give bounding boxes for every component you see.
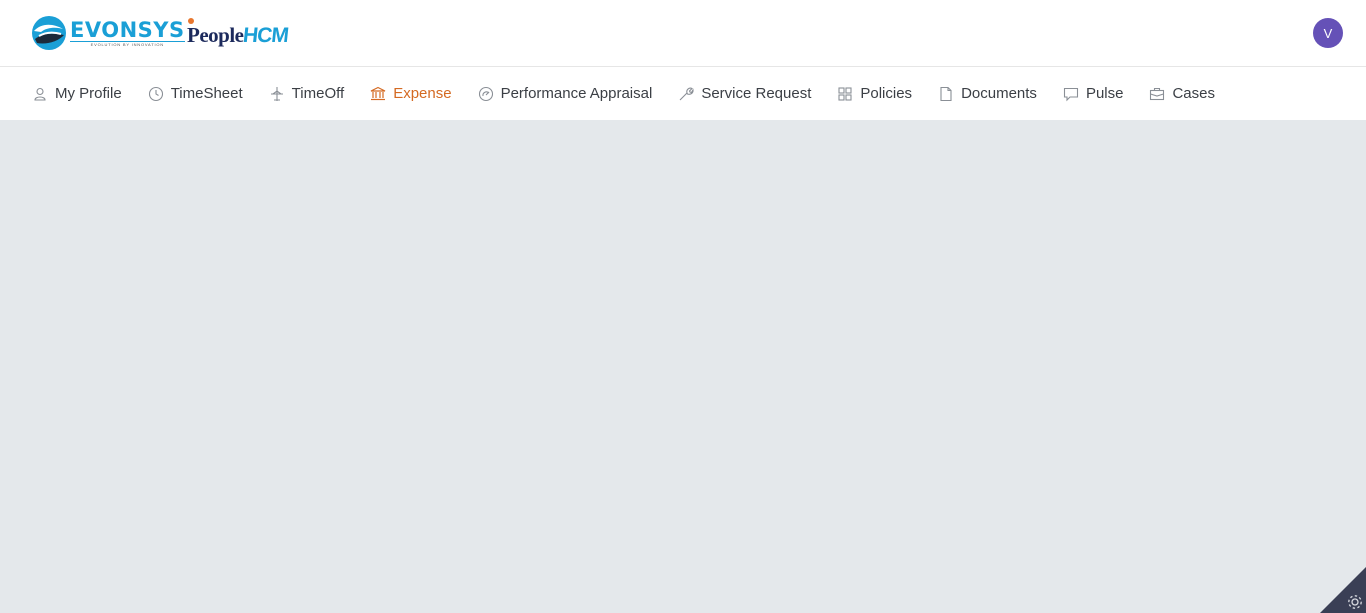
main-navigation: My Profile TimeSheet TimeOff Expense Per… [0,67,1366,120]
clock-icon [148,86,164,102]
nav-label: TimeOff [291,85,345,102]
product-name-people: People [187,23,244,47]
briefcase-icon [1149,86,1165,102]
nav-label: Performance Appraisal [500,85,653,102]
main-content-area [0,120,1366,613]
nav-item-policies[interactable]: Policies [837,67,912,120]
nav-label: Documents [961,85,1037,102]
nav-label: Policies [860,85,913,102]
grid-icon [837,86,853,102]
nav-label: Cases [1172,85,1215,102]
bank-icon [370,86,386,102]
nav-item-cases[interactable]: Cases [1149,67,1215,120]
logo-dot-icon [188,18,194,24]
brand-tagline: EVOLUTION BY INNOVATION [70,40,185,48]
chat-icon [1063,86,1079,102]
top-header: EVONSYS EVOLUTION BY INNOVATION People H… [0,0,1366,67]
document-icon [938,86,954,102]
user-avatar[interactable]: V [1313,18,1343,48]
user-icon [32,86,48,102]
speedometer-icon [478,86,494,102]
settings-corner-button[interactable] [1320,567,1366,613]
product-name-hcm: HCM [242,24,290,47]
nav-item-performance-appraisal[interactable]: Performance Appraisal [478,67,653,120]
wrench-icon [678,86,694,102]
nav-item-documents[interactable]: Documents [938,67,1037,120]
nav-item-my-profile[interactable]: My Profile [32,67,122,120]
nav-item-expense[interactable]: Expense [370,67,452,120]
nav-label: Expense [393,85,452,102]
nav-item-timesheet[interactable]: TimeSheet [148,67,243,120]
nav-label: My Profile [55,85,122,102]
plane-icon [269,86,285,102]
nav-item-pulse[interactable]: Pulse [1063,67,1124,120]
evonsys-logo[interactable]: EVONSYS EVOLUTION BY INNOVATION [31,15,185,51]
brand-name: EVONSYS [70,17,185,42]
nav-item-timeoff[interactable]: TimeOff [269,67,345,120]
nav-item-service-request[interactable]: Service Request [678,67,811,120]
nav-label: Pulse [1085,85,1124,102]
nav-label: Service Request [701,85,812,102]
evonsys-logo-mark-icon [32,16,66,50]
nav-label: TimeSheet [170,85,243,102]
peoplehcm-logo[interactable]: People HCM [187,18,290,48]
